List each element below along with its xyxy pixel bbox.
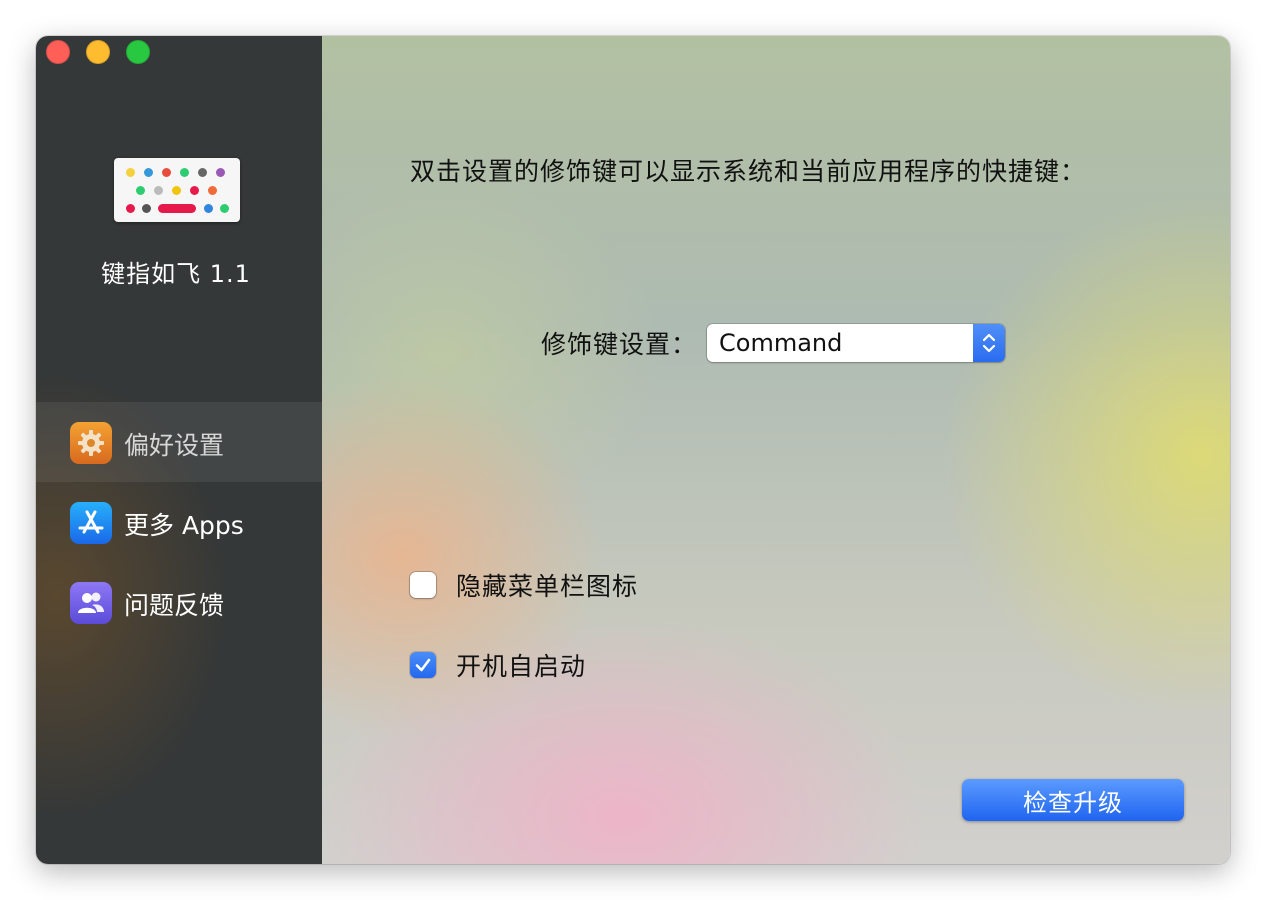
chevron-updown-icon [973,324,1006,362]
page-description: 双击设置的修饰键可以显示系统和当前应用程序的快捷键： [410,157,1087,186]
people-icon [70,582,112,624]
modifier-label: 修饰键设置： [541,330,698,359]
close-button[interactable] [46,40,70,64]
checkmark-icon [415,658,431,672]
sidebar-item-label: 更多 Apps [124,511,244,540]
modifier-setting-row: 修饰键设置： Command [541,324,1006,362]
app-store-icon [70,502,112,544]
maximize-button[interactable] [126,40,150,64]
sidebar-item-feedback[interactable]: 问题反馈 [36,562,322,642]
sidebar-item-more-apps[interactable]: 更多 Apps [36,482,322,562]
app-window: 键指如飞 1.1 偏好设置 更多 Apps 问题反馈 双击设置的修饰键可以显示系… [36,36,1230,864]
check-update-button[interactable]: 检查升级 [962,779,1184,821]
minimize-button[interactable] [86,40,110,64]
hide-menubar-icon-label: 隐藏菜单栏图标 [456,572,639,601]
sidebar: 键指如飞 1.1 偏好设置 更多 Apps 问题反馈 [36,36,322,864]
traffic-lights [46,40,150,64]
app-name: 键指如飞 1.1 [101,260,251,288]
preferences-pane: 双击设置的修饰键可以显示系统和当前应用程序的快捷键： 修饰键设置： Comman… [322,36,1230,864]
hide-menubar-icon-option[interactable]: 隐藏菜单栏图标 [410,567,638,603]
launch-at-login-checkbox[interactable] [410,652,436,678]
hide-menubar-icon-checkbox[interactable] [410,572,436,598]
gear-icon [70,422,112,464]
app-logo [114,158,240,222]
modifier-select[interactable]: Command [707,324,1006,362]
sidebar-item-preferences[interactable]: 偏好设置 [36,402,322,482]
modifier-select-value: Command [719,329,843,357]
sidebar-item-label: 偏好设置 [124,431,225,460]
sidebar-nav: 偏好设置 更多 Apps 问题反馈 [36,402,322,642]
sidebar-item-label: 问题反馈 [124,591,225,620]
launch-at-login-option[interactable]: 开机自启动 [410,647,586,683]
launch-at-login-label: 开机自启动 [456,652,587,681]
